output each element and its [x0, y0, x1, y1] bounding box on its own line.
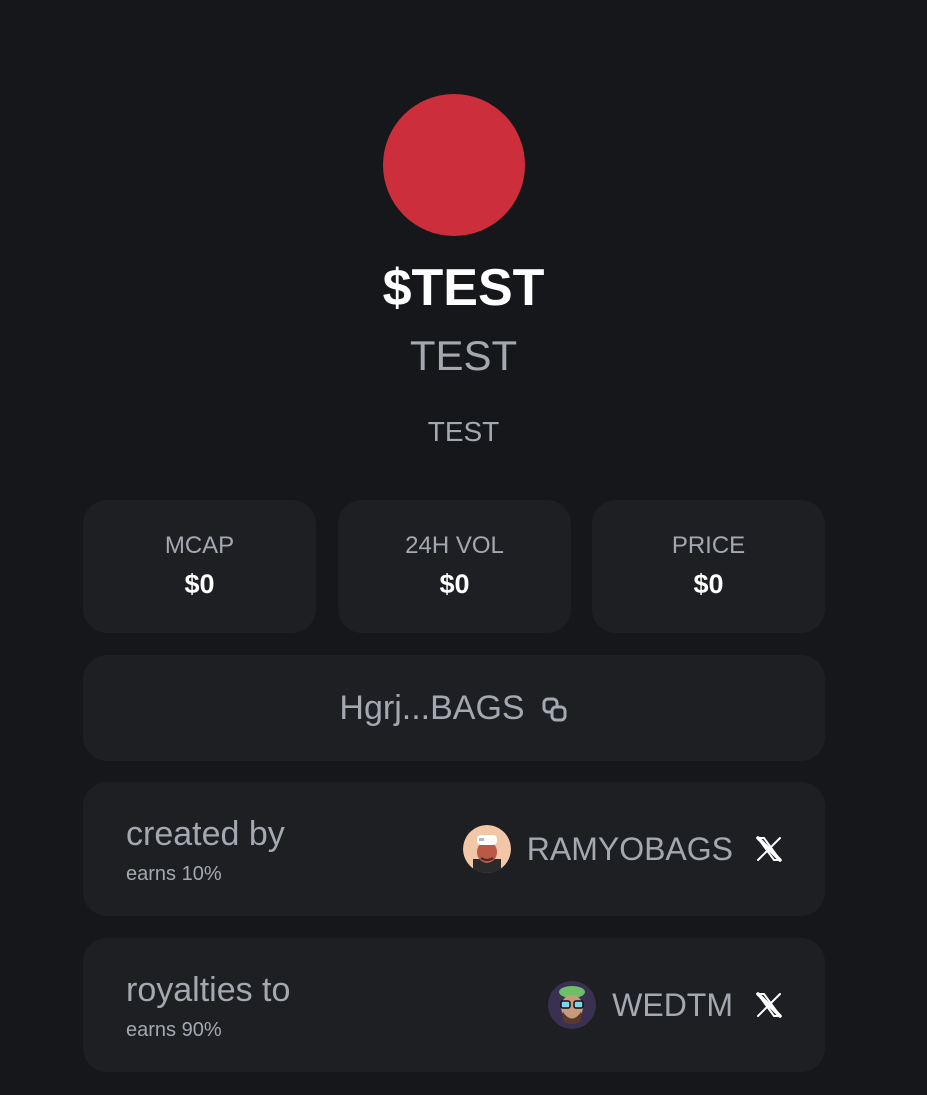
creator-title: created by — [126, 815, 285, 853]
royalties-avatar[interactable] — [548, 981, 597, 1029]
creator-card: created by earns 10% RAMYOBAGS — [83, 782, 825, 916]
token-logo — [383, 94, 525, 236]
stat-value: $0 — [693, 569, 724, 599]
x-logo-icon[interactable] — [755, 991, 783, 1019]
token-ticker: $TEST — [382, 259, 545, 317]
stat-card-mcap: MCAP $0 — [83, 500, 316, 633]
stat-value: $0 — [184, 569, 215, 599]
contract-address-card[interactable]: Hgrj...BAGS — [83, 655, 825, 761]
creator-earnings: earns 10% — [126, 863, 222, 885]
token-description: TEST — [427, 416, 500, 447]
stat-card-price: PRICE $0 — [592, 500, 825, 633]
stat-label: MCAP — [164, 532, 235, 559]
royalties-card: royalties to earns 90% WEDTM — [83, 938, 825, 1072]
stat-value: $0 — [439, 569, 470, 599]
stat-label: 24H VOL — [405, 532, 504, 559]
creator-handle[interactable]: RAMYOBAGS — [527, 831, 733, 868]
stat-label: PRICE — [671, 532, 746, 559]
creator-avatar[interactable] — [462, 825, 511, 873]
stat-card-volume: 24H VOL $0 — [338, 500, 571, 633]
royalties-earnings: earns 90% — [126, 1019, 222, 1041]
contract-address[interactable]: Hgrj...BAGS — [339, 689, 524, 728]
copy-icon[interactable] — [541, 696, 569, 724]
x-logo-icon[interactable] — [755, 835, 783, 863]
royalties-handle[interactable]: WEDTM — [612, 987, 733, 1024]
token-name: TEST — [409, 332, 518, 379]
royalties-title: royalties to — [126, 971, 291, 1009]
